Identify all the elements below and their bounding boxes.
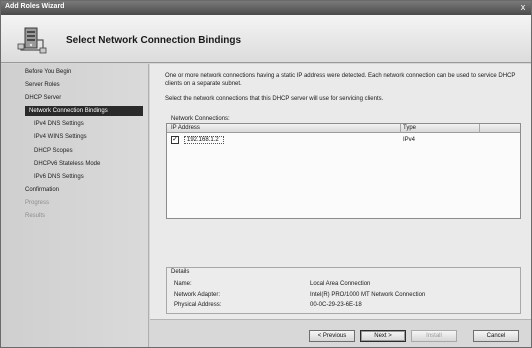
- title-bar: Add Roles Wizard x: [1, 1, 531, 15]
- details-title: Details: [171, 269, 190, 275]
- column-header-ip-address[interactable]: IP Address: [171, 125, 200, 131]
- nav-item-server-roles[interactable]: Server Roles: [25, 82, 60, 88]
- previous-button[interactable]: < Previous: [309, 330, 355, 342]
- detail-value: Intel(R) PRO/1000 MT Network Connection: [310, 292, 426, 298]
- nav-item-dhcp-server[interactable]: DHCP Server: [25, 95, 61, 101]
- nav-item-network-connection-bindings[interactable]: Network Connection Bindings: [25, 106, 143, 116]
- wizard-footer: < Previous Next > Install Cancel: [150, 319, 531, 347]
- network-connections-label: Network Connections:: [171, 116, 230, 122]
- nav-item-ipv4-dns-settings[interactable]: IPv4 DNS Settings: [34, 121, 84, 127]
- nav-item-confirmation[interactable]: Confirmation: [25, 187, 59, 193]
- nav-item-ipv6-dns-settings[interactable]: IPv6 DNS Settings: [34, 174, 84, 180]
- description-select-connections: Select the network connections that this…: [165, 96, 384, 102]
- connection-checkbox[interactable]: ✓: [171, 136, 179, 144]
- cancel-button[interactable]: Cancel: [473, 330, 519, 342]
- details-group: Details Name: Local Area Connection Netw…: [166, 267, 521, 314]
- nav-item-results: Results: [25, 213, 46, 219]
- page-title: Select Network Connection Bindings: [66, 35, 242, 46]
- nav-item-progress: Progress: [25, 200, 50, 206]
- nav-item-ipv4-wins-settings[interactable]: IPv4 WINS Settings: [34, 134, 87, 140]
- wizard-nav: Before You Begin Server Roles DHCP Serve…: [1, 64, 149, 347]
- install-button: Install: [411, 330, 457, 342]
- detail-label: Physical Address:: [174, 302, 222, 308]
- type-cell: IPv4: [403, 137, 416, 143]
- server-network-icon: [17, 27, 47, 54]
- detail-label: Name:: [174, 281, 192, 287]
- close-button[interactable]: x: [517, 2, 529, 13]
- column-divider[interactable]: [400, 124, 401, 133]
- description-static-ip: One or more network connections having a…: [165, 73, 516, 87]
- nav-item-dhcpv6-stateless-mode[interactable]: DHCPv6 Stateless Mode: [34, 161, 100, 167]
- ip-address-cell: 192.168.1.2: [184, 136, 224, 144]
- table-row[interactable]: ✓ 192.168.1.2 IPv4: [167, 135, 520, 145]
- detail-label: Network Adapter:: [174, 292, 221, 298]
- list-header: IP Address Type: [167, 124, 520, 133]
- wizard-header: Select Network Connection Bindings: [1, 15, 531, 63]
- nav-item-dhcp-scopes[interactable]: DHCP Scopes: [34, 148, 73, 154]
- network-connections-list[interactable]: IP Address Type ✓ 192.168.1.2 IPv4: [166, 123, 521, 219]
- detail-value: 00-0C-29-23-6E-18: [310, 302, 362, 308]
- window-title: Add Roles Wizard: [5, 3, 65, 10]
- column-divider[interactable]: [479, 124, 480, 133]
- detail-value: Local Area Connection: [310, 281, 371, 287]
- next-button[interactable]: Next >: [360, 330, 406, 342]
- content-pane: One or more network connections having a…: [150, 64, 531, 319]
- nav-item-before-you-begin[interactable]: Before You Begin: [25, 69, 71, 75]
- column-header-type[interactable]: Type: [403, 125, 416, 131]
- add-roles-wizard-window: Add Roles Wizard x Select Network Connec…: [0, 0, 532, 348]
